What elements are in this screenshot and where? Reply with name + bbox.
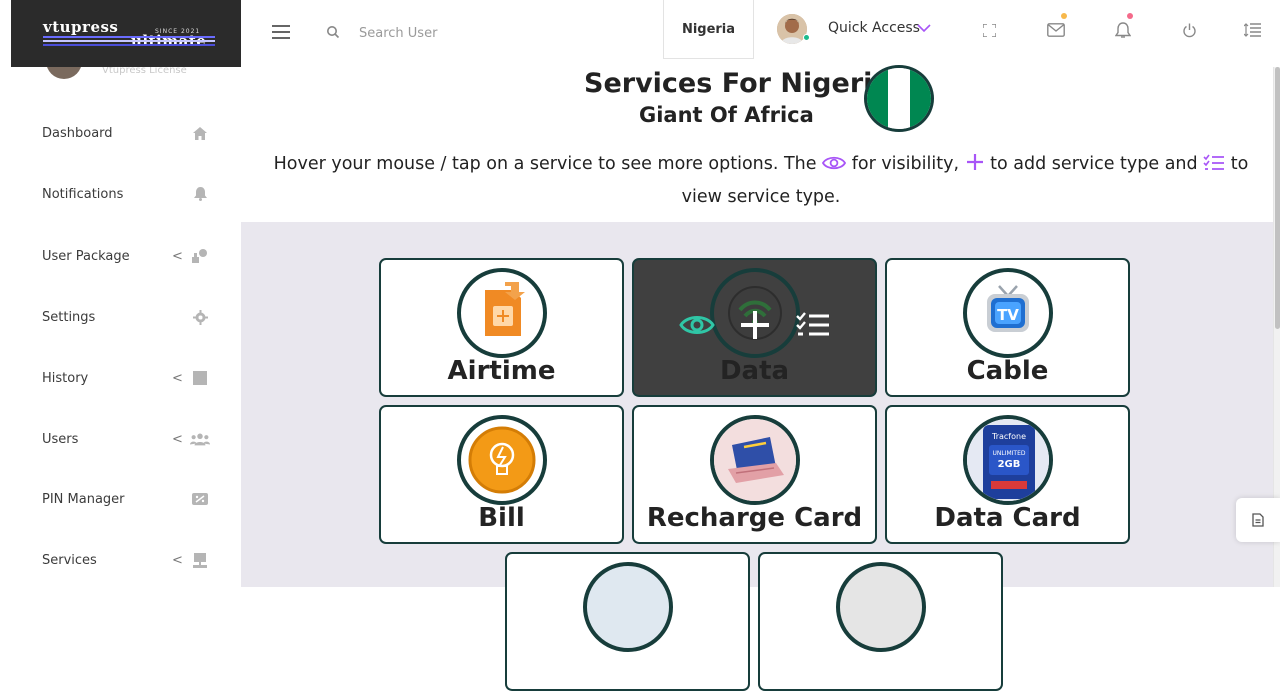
search-input[interactable]	[359, 21, 619, 45]
page-subtitle: Giant Of Africa	[639, 103, 814, 127]
quick-access-label[interactable]: Quick Access	[828, 20, 920, 36]
visibility-eye-icon[interactable]	[678, 307, 715, 343]
chevron-left-icon: <	[172, 431, 183, 447]
notification-badge-dot	[1127, 13, 1133, 19]
sidebar-item-history[interactable]: History <	[0, 358, 241, 398]
svg-text:UNLIMITED: UNLIMITED	[992, 450, 1025, 457]
sidebar-item-services[interactable]: Services <	[0, 540, 241, 580]
sidebar: Vtupress License Dashboard Notifications…	[0, 59, 241, 587]
service-icon-partial-2	[836, 562, 926, 652]
sidebar-item-label: Notifications	[42, 186, 124, 202]
instructions-part-2: for visibility,	[851, 154, 960, 174]
svg-text:TV: TV	[997, 306, 1019, 324]
service-card-data[interactable]: Data	[632, 258, 877, 397]
sidebar-item-user-package[interactable]: User Package <	[0, 236, 241, 276]
bill-bulb-icon	[457, 415, 547, 505]
chevron-down-icon[interactable]	[916, 20, 932, 40]
fullscreen-icon[interactable]	[978, 19, 1000, 41]
package-icon	[190, 246, 210, 266]
right-sidebar-toggle-icon[interactable]	[1241, 19, 1263, 41]
sidebar-item-label: Services	[42, 552, 97, 568]
bell-icon[interactable]	[1112, 19, 1134, 41]
page-heading-section: Services For Nigeria Giant Of Africa Hov…	[241, 65, 1248, 222]
sidebar-item-label: History	[42, 370, 89, 386]
service-icon-partial-1	[583, 562, 673, 652]
instructions-part-1: Hover your mouse / tap on a service to s…	[273, 154, 817, 174]
sidebar-item-label: Dashboard	[42, 125, 113, 141]
view-service-type-icon[interactable]	[795, 307, 831, 343]
service-card-partial-2[interactable]	[758, 552, 1003, 691]
plus-icon	[965, 152, 985, 182]
service-name: Cable	[966, 356, 1049, 386]
page-title: Services For Nigeria	[584, 68, 891, 99]
sidebar-item-settings[interactable]: Settings	[0, 297, 241, 337]
sidebar-item-users[interactable]: Users <	[0, 419, 241, 459]
cable-tv-icon: TV	[963, 268, 1053, 358]
service-card-partial-1[interactable]	[505, 552, 750, 691]
service-card-data-card[interactable]: Tracfone UNLIMITED 2GB Data Card	[885, 405, 1130, 544]
service-name: Airtime	[447, 356, 556, 386]
checklist-icon	[1203, 152, 1225, 182]
services-icon	[190, 550, 210, 570]
hamburger-menu-icon[interactable]	[272, 25, 290, 39]
recharge-card-icon	[710, 415, 800, 505]
services-grid: Airtime Data TV Cable Bill Recharge Card…	[241, 222, 1273, 691]
gear-icon	[190, 307, 210, 327]
sidebar-item-pin-manager[interactable]: PIN Manager	[0, 479, 241, 519]
country-selector-button[interactable]: Nigeria	[663, 0, 754, 59]
sidebar-item-label: Settings	[42, 309, 96, 325]
eye-icon	[822, 152, 847, 182]
service-name: Bill	[478, 503, 525, 533]
home-icon	[190, 123, 210, 143]
document-float-button[interactable]	[1236, 498, 1280, 542]
user-avatar[interactable]	[777, 14, 807, 44]
sidebar-item-label: User Package	[42, 248, 130, 264]
nigeria-flag-icon	[864, 65, 934, 132]
brand-since: SINCE 2021	[155, 28, 201, 35]
online-status-dot	[803, 34, 810, 41]
service-card-recharge-card[interactable]: Recharge Card	[632, 405, 877, 544]
sidebar-item-notifications[interactable]: Notifications	[0, 174, 241, 214]
pin-icon	[190, 489, 210, 509]
document-icon	[1252, 513, 1264, 527]
brand-stripes	[43, 36, 215, 48]
service-name: Recharge Card	[646, 503, 863, 533]
service-card-cable[interactable]: TV Cable	[885, 258, 1130, 397]
chevron-left-icon: <	[172, 248, 183, 264]
sidebar-item-label: Users	[42, 431, 79, 447]
service-card-airtime[interactable]: Airtime	[379, 258, 624, 397]
service-card-bill[interactable]: Bill	[379, 405, 624, 544]
add-service-type-icon[interactable]	[737, 307, 773, 343]
svg-text:2GB: 2GB	[998, 459, 1021, 470]
airtime-sim-icon	[457, 268, 547, 358]
sidebar-item-label: PIN Manager	[42, 491, 125, 507]
power-icon[interactable]	[1178, 19, 1200, 41]
bell-icon	[190, 184, 210, 204]
search-icon[interactable]	[326, 24, 340, 43]
mail-badge-dot	[1061, 13, 1067, 19]
data-card-icon: Tracfone UNLIMITED 2GB	[963, 415, 1053, 505]
users-icon	[190, 429, 210, 449]
top-header: Nigeria Quick Access	[241, 0, 1280, 67]
svg-text:Tracfone: Tracfone	[991, 432, 1026, 441]
brand-logo[interactable]: vtupress ultimate SINCE 2021	[11, 0, 241, 67]
history-icon	[190, 368, 210, 388]
service-name: Data Card	[934, 503, 1081, 533]
sidebar-item-dashboard[interactable]: Dashboard	[0, 113, 241, 153]
chevron-left-icon: <	[172, 552, 183, 568]
service-actions-overlay	[634, 260, 875, 395]
mail-icon[interactable]	[1045, 19, 1067, 41]
chevron-left-icon: <	[172, 370, 183, 386]
instructions-part-3: to add service type and	[990, 154, 1198, 174]
instructions-text: Hover your mouse / tap on a service to s…	[266, 149, 1256, 212]
main-content: Services For Nigeria Giant Of Africa Hov…	[241, 65, 1273, 691]
